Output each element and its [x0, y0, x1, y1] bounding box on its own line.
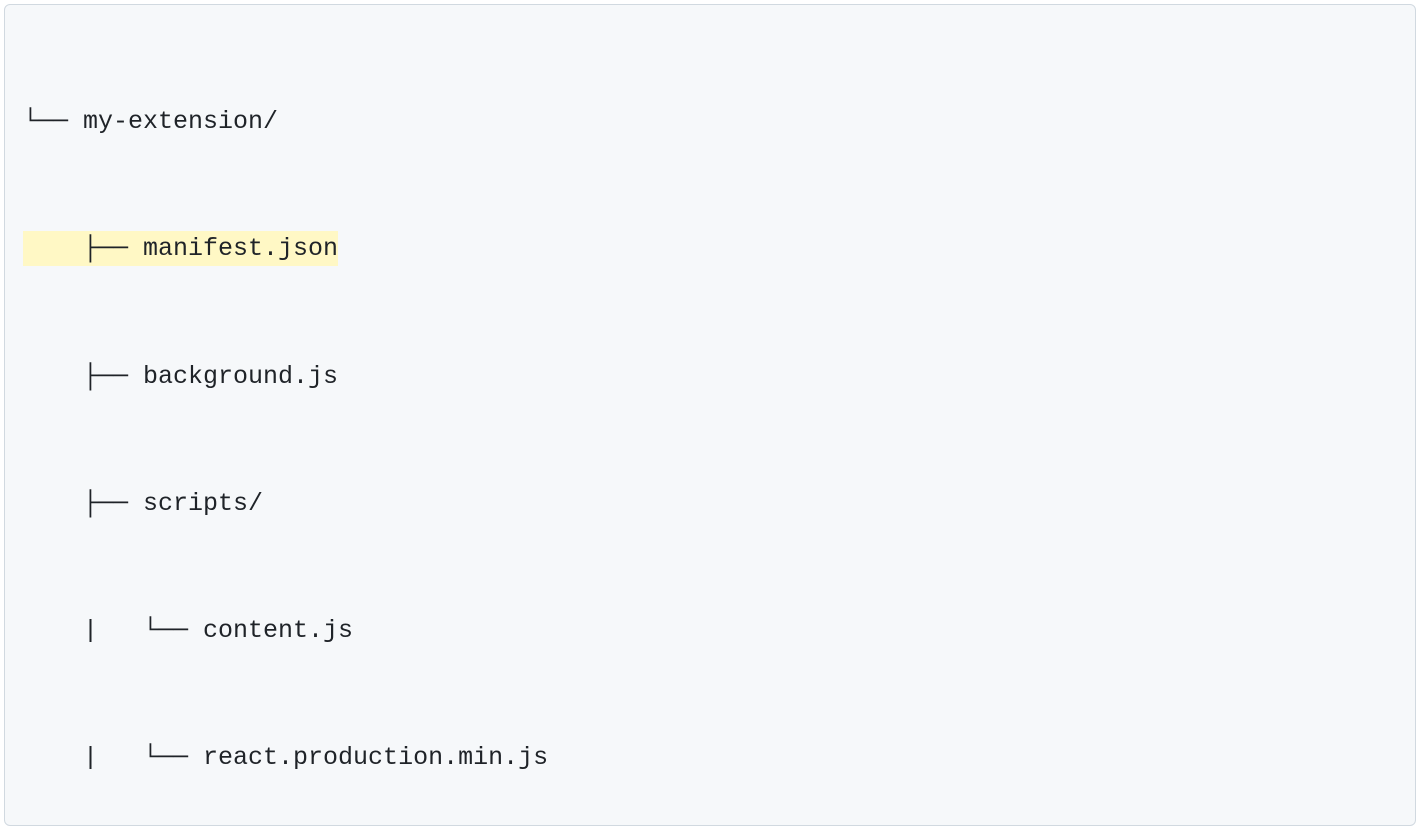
- tree-prefix: | └──: [23, 743, 203, 772]
- tree-prefix: └──: [23, 107, 83, 136]
- tree-entry-name: react.production.min.js: [203, 743, 548, 772]
- tree-entry-name: my-extension/: [83, 107, 278, 136]
- tree-line: | └── content.js: [23, 605, 1397, 657]
- tree-line: ├── scripts/: [23, 478, 1397, 530]
- tree-line: └── my-extension/: [23, 96, 1397, 148]
- tree-prefix: ├──: [23, 362, 143, 391]
- tree-prefix: ├──: [23, 489, 143, 518]
- tree-prefix: | └──: [23, 616, 203, 645]
- code-block-container: └── my-extension/ ├── manifest.json ├── …: [4, 4, 1416, 826]
- tree-entry-name: scripts/: [143, 489, 263, 518]
- file-tree: └── my-extension/ ├── manifest.json ├── …: [23, 21, 1397, 826]
- tree-entry-name: manifest.json: [143, 234, 338, 263]
- tree-entry-name: content.js: [203, 616, 353, 645]
- tree-line: ├── background.js: [23, 351, 1397, 403]
- tree-line: | └── react.production.min.js: [23, 732, 1397, 784]
- tree-entry-name: background.js: [143, 362, 338, 391]
- tree-prefix: ├──: [23, 234, 143, 263]
- tree-line: ├── manifest.json: [23, 223, 1397, 275]
